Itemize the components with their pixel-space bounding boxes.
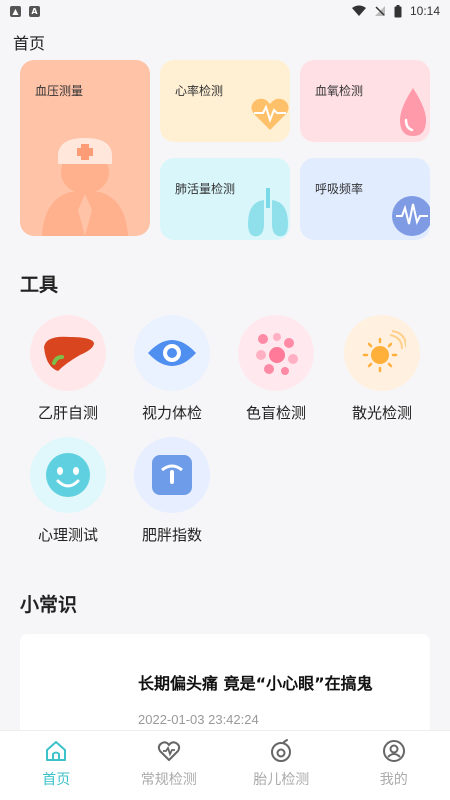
tool-obesity-index[interactable]: 肥胖指数 — [120, 437, 224, 545]
article-time: 2022-01-03 23:42:24 — [138, 712, 259, 727]
tab-label: 我的 — [379, 772, 408, 788]
gallery-notification-icon: ▲ — [10, 6, 21, 17]
tool-astigmatism-test[interactable]: 散光检测 — [330, 315, 434, 423]
tool-label: 肥胖指数 — [141, 526, 202, 544]
tab-label: 常规检测 — [140, 772, 197, 788]
page-title: 首页 — [13, 34, 46, 53]
waveform-icon — [392, 196, 430, 236]
tools-section-title: 工具 — [20, 274, 59, 296]
home-icon — [46, 741, 67, 761]
tool-label: 散光检测 — [351, 404, 412, 422]
liver-icon — [30, 315, 106, 391]
respiration-label: 呼吸频率 — [315, 182, 364, 196]
heart-pulse-icon — [251, 98, 289, 130]
blood-drop-icon — [400, 88, 426, 136]
profile-icon — [382, 740, 405, 762]
tool-psychology-test[interactable]: 心理测试 — [16, 437, 120, 545]
blood-pressure-card[interactable]: 血压测量 — [20, 60, 150, 236]
knowledge-section-title: 小常识 — [20, 594, 78, 616]
tab-routine-check[interactable]: 常规检测 — [113, 731, 226, 800]
tool-vision-test[interactable]: 视力体检 — [120, 315, 224, 423]
tab-label: 首页 — [42, 772, 71, 788]
app-notification-icon: A — [29, 6, 40, 17]
tab-label: 胎儿检测 — [253, 772, 310, 788]
tool-hepatitis-test[interactable]: 乙肝自测 — [16, 315, 120, 423]
wifi-icon — [351, 5, 366, 16]
eye-icon — [134, 315, 210, 391]
status-bar: ▲ A 10:14 — [0, 0, 450, 26]
signal-off-icon — [374, 6, 385, 16]
lung-capacity-label: 肺活量检测 — [175, 182, 236, 196]
scale-icon — [134, 437, 210, 513]
respiration-card[interactable]: 呼吸频率 — [300, 158, 430, 240]
tab-profile[interactable]: 我的 — [338, 731, 450, 800]
heart-check-icon — [157, 741, 180, 761]
heart-rate-card[interactable]: 心率检测 — [160, 60, 290, 142]
blood-oxygen-card[interactable]: 血氧检测 — [300, 60, 430, 142]
status-time: 10:14 — [409, 4, 440, 18]
doctor-icon — [42, 138, 128, 236]
lung-capacity-card[interactable]: 肺活量检测 — [160, 158, 290, 240]
smiley-icon — [30, 437, 106, 513]
blood-oxygen-label: 血氧检测 — [315, 84, 364, 98]
fetus-icon — [271, 739, 292, 762]
battery-icon — [394, 4, 402, 17]
tool-label: 心理测试 — [37, 526, 98, 544]
color-dots-icon — [238, 315, 314, 391]
tab-home[interactable]: 首页 — [0, 731, 113, 800]
heart-rate-label: 心率检测 — [175, 84, 224, 98]
bottom-tab-bar: 首页 常规检测 胎儿检测 我的 — [0, 730, 450, 800]
tool-label: 色盲检测 — [245, 404, 306, 422]
article-title: 长期偏头痛 竟是“小心眼”在搞鬼 — [138, 674, 373, 693]
tool-label: 乙肝自测 — [37, 404, 98, 422]
tab-fetus-check[interactable]: 胎儿检测 — [225, 731, 338, 800]
lungs-icon — [248, 188, 288, 237]
tool-color-blind-test[interactable]: 色盲检测 — [224, 315, 328, 423]
sun-icon — [344, 315, 420, 391]
tool-label: 视力体检 — [141, 404, 202, 422]
